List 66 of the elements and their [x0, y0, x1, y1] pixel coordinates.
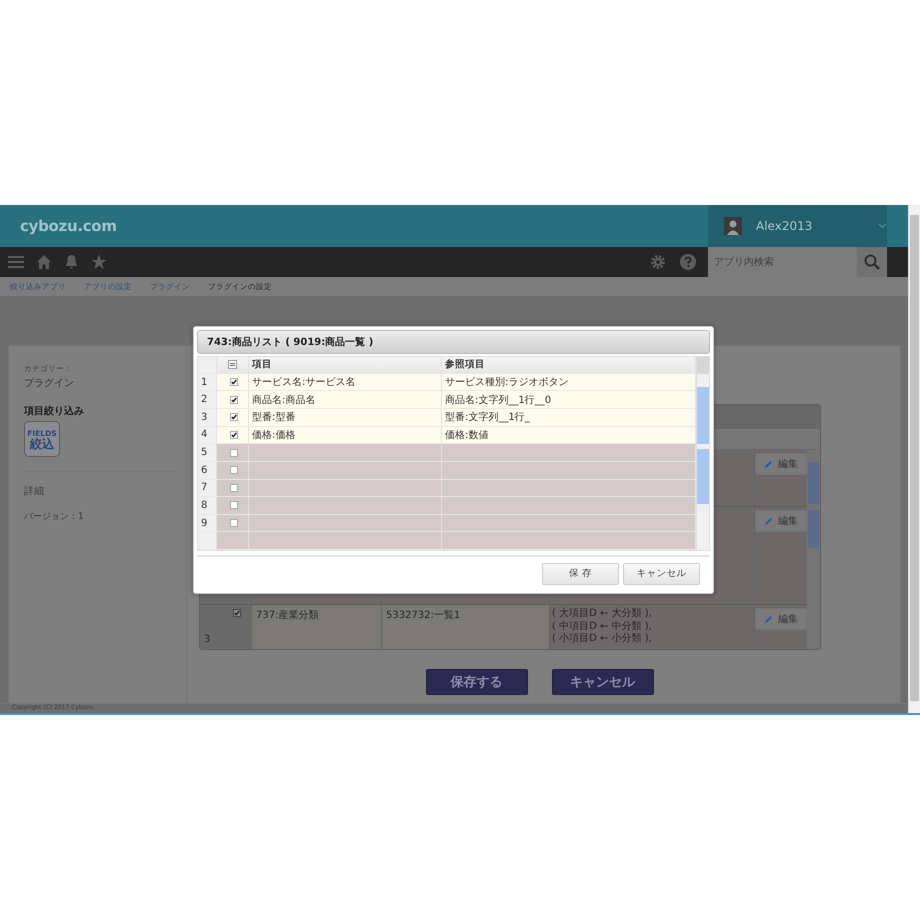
checkbox[interactable] [230, 484, 238, 492]
cancel-button[interactable]: キャンセル [623, 562, 700, 584]
table-cell-text: 型番:型番 [252, 410, 296, 424]
row-number: 6 [201, 464, 208, 476]
plugin-name: 項目絞り込み [24, 404, 85, 418]
scrollbar[interactable] [908, 205, 920, 713]
checkbox[interactable] [232, 609, 240, 617]
save-button[interactable]: 保 存 [542, 562, 619, 584]
partial-checkbox-icon[interactable] [228, 360, 237, 370]
help-icon[interactable] [680, 254, 696, 270]
star-icon[interactable] [91, 254, 107, 270]
table-cell-text: サービス名:サービス名 [252, 376, 356, 390]
checkbox[interactable] [230, 519, 238, 528]
row-number: 8 [201, 500, 208, 511]
pencil-icon [764, 516, 773, 526]
category-value: プラグイン [24, 376, 75, 390]
column-header: 参照項目 [445, 358, 485, 372]
avatar-icon [724, 217, 742, 235]
version-text: バージョン：1 [24, 511, 85, 523]
scrollbar[interactable] [696, 357, 709, 550]
checkbox[interactable] [230, 501, 238, 510]
table-cell-text: 商品名:商品名 [252, 394, 316, 407]
logo-text: cybozu.com [20, 217, 118, 235]
checkbox[interactable] [230, 448, 238, 457]
scrollbar[interactable] [807, 450, 820, 649]
edit-button[interactable]: 編集 [755, 510, 807, 532]
pencil-icon [764, 614, 773, 624]
row-number: 1 [201, 376, 208, 388]
table-cell: 5332732:一覧1 [386, 610, 460, 621]
pencil-icon [764, 460, 773, 468]
checkbox[interactable] [230, 378, 238, 386]
table-cell: 737:産業分類 [256, 610, 318, 621]
row-number: 4 [201, 429, 208, 440]
checkbox[interactable] [230, 430, 238, 439]
settings-icon[interactable] [650, 254, 666, 270]
row-number: 5 [201, 447, 208, 458]
search-icon [864, 254, 880, 270]
column-header: 項目 [252, 358, 272, 372]
row-number: 2 [201, 394, 208, 406]
table-cell-text: 商品名:文字列__1行__0 [445, 394, 552, 407]
details-heading: 詳細 [24, 484, 45, 498]
dialog-title: 743:商品リスト ( 9019:商品一覧 ) [197, 330, 710, 354]
row-number: 3 [204, 634, 210, 645]
table-cell-text: 価格:数値 [445, 428, 488, 442]
row-number: 7 [201, 482, 208, 494]
row-number: 9 [201, 518, 208, 529]
save-button[interactable]: 保存する [426, 669, 528, 695]
edit-button[interactable]: 編集 [755, 453, 807, 475]
checkbox[interactable] [230, 396, 238, 404]
search-button[interactable] [857, 247, 887, 277]
checkbox[interactable] [230, 413, 238, 422]
bell-icon[interactable] [64, 254, 79, 270]
user-menu[interactable]: Alex2013 [708, 205, 887, 247]
table-cell-text: 価格:価格 [252, 428, 296, 442]
mapping-text: ( 大項目D ← 大分類 ), [552, 608, 653, 620]
cancel-button[interactable]: キャンセル [552, 669, 654, 695]
row-number: 3 [201, 412, 208, 423]
checkbox[interactable] [230, 466, 238, 474]
mapping-text: ( 中項目D ← 中分類 ), [552, 620, 653, 632]
table-cell-text: 型番:文字列__1行_ [445, 410, 530, 424]
edit-button[interactable]: 編集 [755, 608, 807, 630]
home-icon[interactable] [36, 254, 52, 270]
chevron-down-icon [878, 223, 887, 229]
menu-icon[interactable] [8, 255, 24, 269]
mapping-text: ( 小項目D ← 小分類 ), [552, 633, 653, 646]
table-cell-text: サービス種別:ラジオボタン [445, 376, 568, 390]
